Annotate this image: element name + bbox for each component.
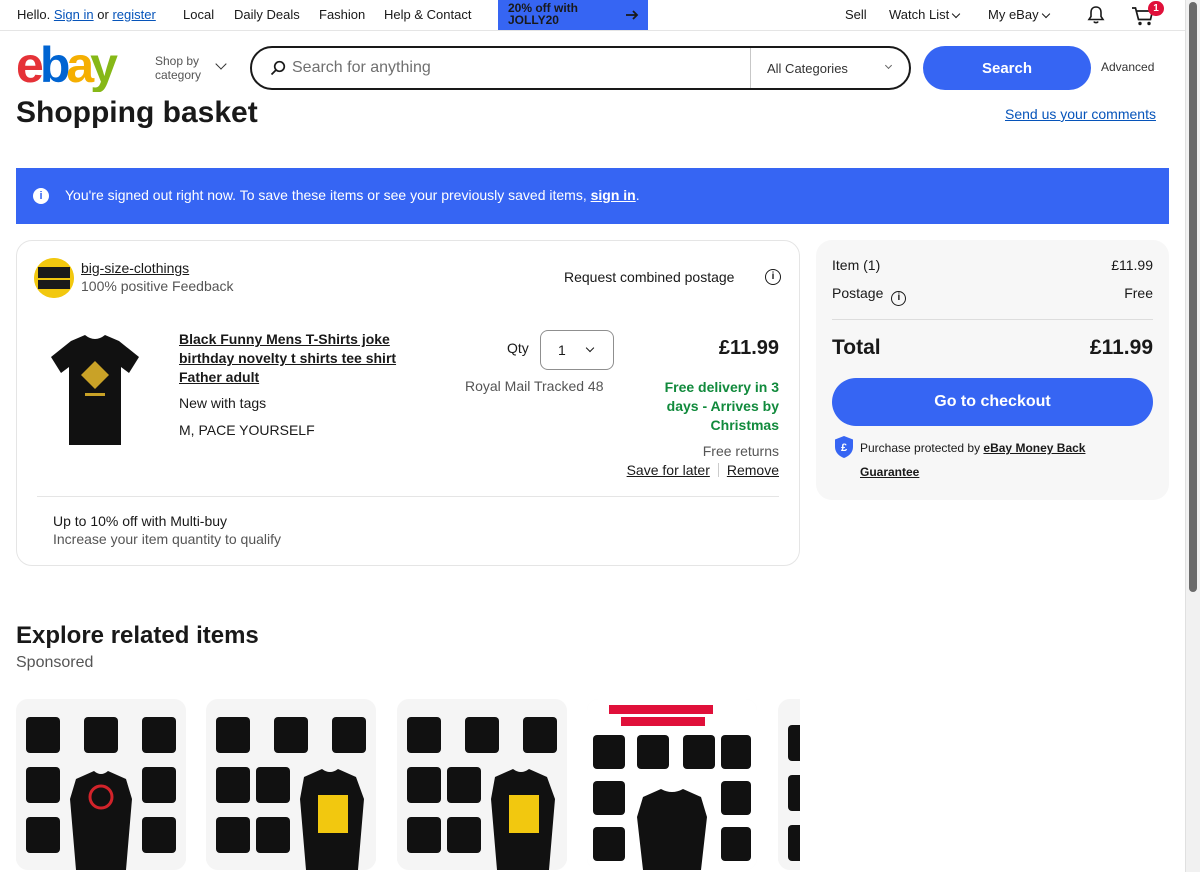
related-item-image[interactable] [778,699,800,870]
item-variation: M, PACE YOURSELF [179,422,315,438]
promo-banner[interactable]: 20% off with JOLLY20 [498,0,648,30]
cart-item-card: big-size-clothings 100% positive Feedbac… [16,240,800,566]
related-item-image[interactable] [206,699,376,870]
related-item-image[interactable] [16,699,186,870]
greeting: Hello. Sign in or register [17,7,156,22]
seller-logo[interactable] [34,258,74,298]
seller-name-link[interactable]: big-size-clothings [81,260,189,276]
save-for-later-button[interactable]: Save for later [627,462,710,478]
sponsored-label: Sponsored [16,654,94,671]
bell-icon[interactable] [1086,5,1106,25]
banner-message: You're signed out right now. To save the… [65,187,640,203]
arrow-right-icon [626,10,639,20]
summary-total-row: Total £11.99 [832,336,1153,359]
multibuy-subtitle: Increase your item quantity to qualify [53,531,282,547]
summary-item-row: Item (1) £11.99 [832,257,1153,273]
related-item-image[interactable] [587,699,757,870]
summary-postage-row: Postage i Free [832,285,1153,306]
chevron-down-icon [1041,9,1050,19]
search-input[interactable] [292,56,742,80]
scrollbar[interactable] [1185,0,1200,872]
related-items-carousel [16,699,800,872]
search-bar: All Categories [250,46,911,90]
advanced-search-link[interactable]: Advanced [1101,60,1154,74]
divider [832,319,1153,320]
multibuy-title: Up to 10% off with Multi-buy [53,513,228,529]
nav-local[interactable]: Local [183,7,214,22]
sign-in-link[interactable]: Sign in [54,7,94,22]
sell-link[interactable]: Sell [845,7,867,22]
nav-help-contact[interactable]: Help & Contact [384,7,471,22]
go-to-checkout-button[interactable]: Go to checkout [832,378,1153,426]
watch-list-menu[interactable]: Watch List [889,7,961,22]
item-condition: New with tags [179,395,267,411]
send-comments-link[interactable]: Send us your comments [1005,106,1156,122]
category-select[interactable]: All Categories [750,48,909,88]
item-thumbnail[interactable] [37,317,153,457]
info-icon[interactable]: i [891,291,907,306]
ebay-logo[interactable]: ebay [16,44,134,92]
returns-info: Free returns [702,443,779,459]
scrollbar-thumb[interactable] [1189,2,1197,592]
order-summary: Item (1) £11.99 Postage i Free Total £11.… [816,240,1169,500]
delivery-estimate: Free delivery in 3 days - Arrives by Chr… [664,379,779,433]
shipping-method: Royal Mail Tracked 48 [465,378,604,394]
shop-by-category[interactable]: Shop by category [155,54,215,82]
remove-button[interactable]: Remove [727,462,779,478]
item-actions: Save for later Remove [627,462,779,478]
related-item-image[interactable] [397,699,567,870]
search-icon [270,60,286,76]
divider [37,496,779,497]
qty-label: Qty [507,340,529,356]
qty-select[interactable]: 1 [540,330,614,370]
request-combined-postage[interactable]: Request combined postage [564,269,734,285]
item-price: £11.99 [718,337,779,359]
shield-icon: £ [835,436,853,458]
info-icon[interactable]: i [765,269,781,285]
search-button[interactable]: Search [923,46,1091,90]
register-link[interactable]: register [112,7,155,22]
top-bar: Hello. Sign in or register Local Daily D… [0,0,1185,31]
seller-feedback: 100% positive Feedback [81,278,234,294]
money-back-guarantee: Purchase protected by eBay Money Back Gu… [860,441,1086,479]
nav-fashion[interactable]: Fashion [319,7,365,22]
promo-text: 20% off with JOLLY20 [508,1,579,27]
chevron-down-icon [884,61,893,70]
page-title: Shopping basket [16,96,258,129]
info-icon: i [33,188,49,204]
banner-sign-in-link[interactable]: sign in [591,187,636,203]
cart-count-badge: 1 [1148,1,1164,16]
svg-text:ebay: ebay [16,44,118,92]
svg-text:£: £ [841,442,847,454]
chevron-down-icon [215,58,227,70]
item-title-link[interactable]: Black Funny Mens T-Shirts joke birthday … [179,330,419,387]
my-ebay-menu[interactable]: My eBay [988,7,1050,22]
divider [717,463,719,477]
signed-out-banner: i You're signed out right now. To save t… [16,168,1169,224]
chevron-down-icon [951,9,961,19]
nav-daily-deals[interactable]: Daily Deals [234,7,300,22]
related-items-heading: Explore related items [16,622,259,649]
chevron-down-icon [585,343,595,353]
